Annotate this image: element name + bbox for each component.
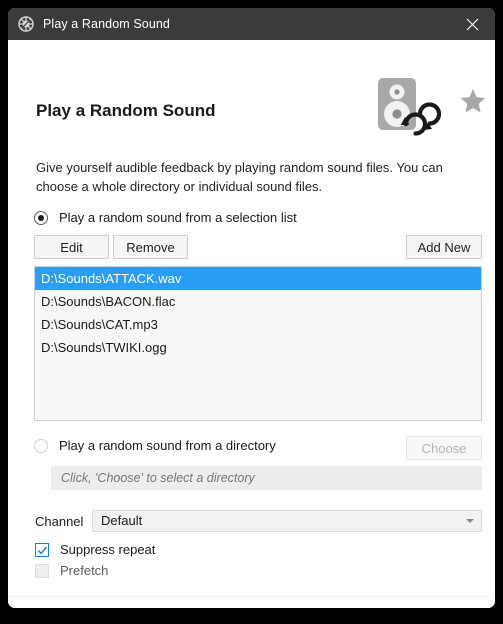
radio-selection-list[interactable]: Play a random sound from a selection lis… bbox=[34, 210, 297, 225]
add-new-button[interactable]: Add New bbox=[406, 235, 482, 259]
checkbox-prefetch-label: Prefetch bbox=[60, 563, 109, 578]
remove-button[interactable]: Remove bbox=[113, 235, 188, 259]
app-badge-icon bbox=[18, 16, 34, 32]
channel-select[interactable]: Default bbox=[92, 510, 482, 532]
chevron-down-icon bbox=[466, 519, 474, 523]
speaker-shuffle-icon bbox=[376, 76, 442, 138]
list-item[interactable]: D:\Sounds\CAT.mp3 bbox=[35, 313, 481, 336]
edit-button[interactable]: Edit bbox=[34, 235, 109, 259]
radio-selection-list-label: Play a random sound from a selection lis… bbox=[59, 210, 297, 225]
footer-divider bbox=[8, 596, 495, 597]
radio-selection-list-indicator bbox=[34, 210, 48, 225]
star-icon[interactable] bbox=[458, 86, 488, 116]
radio-directory[interactable]: Play a random sound from a directory bbox=[34, 438, 276, 453]
page-title: Play a Random Sound bbox=[36, 101, 216, 120]
choose-directory-button[interactable]: Choose bbox=[406, 436, 482, 460]
titlebar-title: Play a Random Sound bbox=[43, 17, 170, 31]
channel-selected-value: Default bbox=[101, 513, 143, 528]
list-item[interactable]: D:\Sounds\BACON.flac bbox=[35, 290, 481, 313]
checkbox-prefetch[interactable]: Prefetch bbox=[35, 563, 108, 578]
checkbox-prefetch-box bbox=[35, 563, 49, 578]
sound-file-listbox[interactable]: D:\Sounds\ATTACK.wav D:\Sounds\BACON.fla… bbox=[34, 266, 482, 421]
titlebar: Play a Random Sound bbox=[8, 8, 495, 40]
close-icon bbox=[466, 18, 478, 30]
close-button[interactable] bbox=[449, 8, 495, 40]
checkbox-suppress-repeat-box bbox=[35, 542, 49, 557]
checkbox-suppress-repeat[interactable]: Suppress repeat bbox=[35, 542, 155, 557]
radio-directory-indicator bbox=[34, 438, 48, 453]
directory-path-input[interactable] bbox=[51, 466, 482, 490]
list-item[interactable]: D:\Sounds\TWIKI.ogg bbox=[35, 336, 481, 359]
channel-label: Channel bbox=[35, 514, 84, 529]
dialog-window: Play a Random Sound Play a Random Sound bbox=[8, 8, 495, 608]
dialog-body: Play a Random Sound Give yourself audibl… bbox=[8, 40, 495, 608]
description-text: Give yourself audible feedback by playin… bbox=[36, 160, 443, 194]
list-item[interactable]: D:\Sounds\ATTACK.wav bbox=[35, 267, 481, 290]
checkbox-suppress-repeat-label: Suppress repeat bbox=[60, 542, 156, 557]
check-icon bbox=[37, 546, 47, 555]
radio-directory-label: Play a random sound from a directory bbox=[59, 438, 276, 453]
